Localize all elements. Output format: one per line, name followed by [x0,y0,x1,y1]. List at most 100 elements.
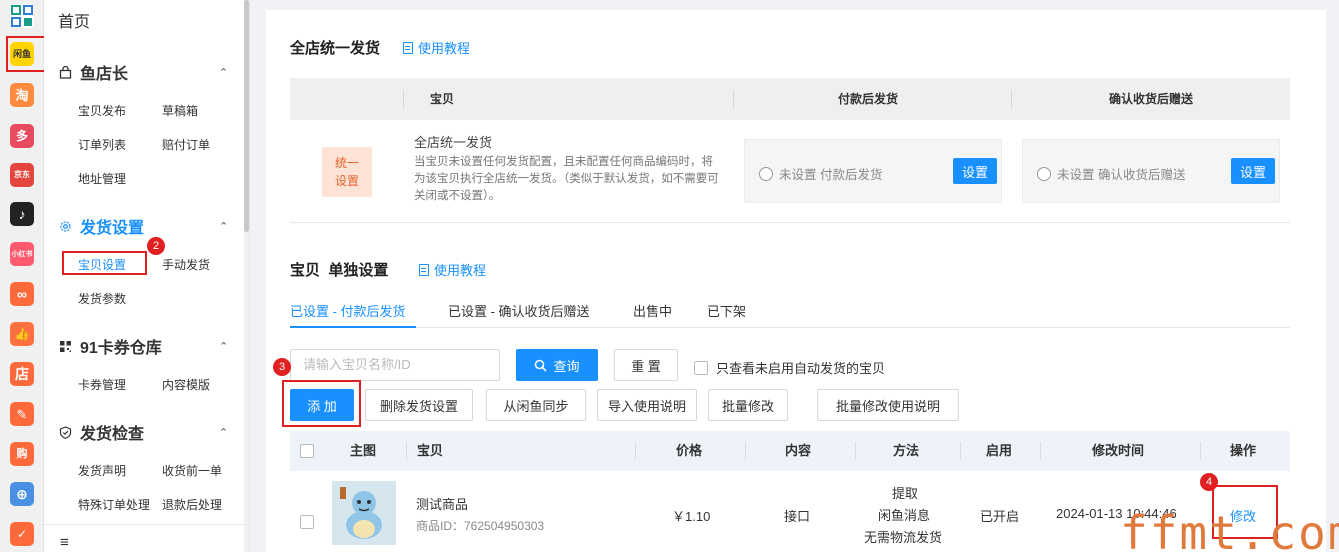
section-title: 发货检查 [80,426,145,443]
product-image[interactable] [332,481,396,545]
product-name[interactable]: 测试商品 [416,494,468,513]
menu-item-special-orders[interactable]: 特殊订单处理 [78,496,150,513]
step-badge-4: 4 [1200,473,1218,491]
menu-item-ship-params[interactable]: 发货参数 [78,290,126,307]
col-enabled: 启用 [986,443,1013,458]
single-tutorial-link[interactable]: 使用教程 [419,260,486,279]
chevron-up-icon[interactable]: ⌃ [219,426,228,439]
col-method: 方法 [893,443,920,458]
col-after-confirm: 确认收货后赠送 [1109,92,1194,106]
col-operation: 操作 [1230,443,1257,458]
after-confirm-radio[interactable]: 未设置 确认收货后赠送 [1037,164,1185,183]
product-content: 接口 [784,509,811,524]
reset-button[interactable]: 重 置 [614,349,678,381]
single-setting-title: 宝贝 单独设置 [290,262,389,279]
clipboard-icon[interactable]: ✓ [10,522,34,546]
batch-edit-button[interactable]: 批量修改 [708,389,788,421]
chevron-up-icon[interactable]: ⌃ [219,340,228,353]
sidebar-home[interactable]: 首页 [58,8,90,32]
document-icon [403,41,413,54]
menu-item-pre-receipt[interactable]: 收货前一单 [162,462,222,479]
kuaishou-icon[interactable]: ∞ [10,282,34,306]
after-confirm-setting: 未设置 确认收货后赠送 设置 [1022,139,1280,203]
product-id: 商品ID：762504950303 [416,519,545,533]
menu-item-ship-statement[interactable]: 发货声明 [78,462,126,479]
bag-icon[interactable]: 购 [10,442,34,466]
col-content: 内容 [785,443,812,458]
chevron-up-icon[interactable]: ⌃ [219,66,228,79]
enabled-status: 已开启 [980,509,1020,524]
tabs-divider [290,327,1290,328]
tab-after-confirm[interactable]: 已设置 - 确认收货后赠送 [448,301,590,320]
document-icon [419,263,429,276]
sync-from-xianyu-button[interactable]: 从闲鱼同步 [486,389,586,421]
highlight-xianyu [6,36,46,72]
col-after-pay: 付款后发货 [838,92,899,106]
query-button[interactable]: 查询 [516,349,598,381]
global-ship-title: 全店统一发货 [290,40,381,57]
tab-off-shelf[interactable]: 已下架 [707,301,746,320]
method-line-1: 提取 [892,486,919,501]
sidebar: 首页 鱼店长 ⌃ 宝贝发布 草稿箱 订单列表 赔付订单 地址管理 发货设置 ⌃ … [44,0,250,552]
menu-item-orders[interactable]: 订单列表 [78,136,126,153]
xiaohongshu-icon[interactable]: 小红书 [10,242,34,266]
pinduoduo-icon[interactable]: 多 [10,124,34,148]
highlight-baobei-settings [62,251,147,275]
global-table-header: 宝贝 付款后发货 确认收货后赠送 [290,78,1290,120]
qr-icon [58,339,72,353]
douyin-icon[interactable]: ♪ [10,202,34,226]
method-line-3: 无需物流发货 [864,530,943,545]
select-all-checkbox[interactable] [300,444,314,458]
only-unopened-checkbox[interactable]: 只查看未启用自动发货的宝贝 [694,358,885,377]
shield-icon [58,425,72,439]
menu-item-baobei-publish[interactable]: 宝贝发布 [78,102,126,119]
section-yudianzhang[interactable]: 鱼店长 [58,60,128,84]
global-tutorial-link[interactable]: 使用教程 [403,38,470,57]
chevron-up-icon[interactable]: ⌃ [219,220,228,233]
batch-edit-instructions-button[interactable]: 批量修改使用说明 [817,389,959,421]
section-title: 发货设置 [80,220,145,237]
tab-after-pay[interactable]: 已设置 - 付款后发货 [290,301,406,320]
col-modified-time: 修改时间 [1092,443,1145,458]
link-icon[interactable]: ⊕ [10,482,34,506]
jd-icon[interactable]: 京东 [10,163,34,187]
menu-item-drafts[interactable]: 草稿箱 [162,102,198,119]
after-confirm-set-button[interactable]: 设置 [1231,158,1275,184]
step-badge-2: 2 [147,237,165,255]
after-pay-set-button[interactable]: 设置 [953,158,997,184]
import-instructions-button[interactable]: 导入使用说明 [597,389,697,421]
row-checkbox[interactable] [300,515,314,529]
search-icon [535,359,548,372]
menu-item-manual-ship[interactable]: 手动发货 [162,256,210,273]
unify-settings-tag: 统一 设置 [322,147,372,197]
collapse-menu-icon[interactable]: ≡ [60,534,69,551]
thumb-icon[interactable]: 👍 [10,322,34,346]
after-pay-radio[interactable]: 未设置 付款后发货 [759,164,882,183]
section-ship-check[interactable]: 发货检查 [58,420,144,444]
delete-ship-setting-button[interactable]: 删除发货设置 [365,389,473,421]
section-shipping-settings[interactable]: 发货设置 [58,214,144,238]
step-badge-3: 3 [273,358,291,376]
section-91-card-warehouse[interactable]: 91卡券仓库 [58,334,162,358]
bag-outline-icon [58,65,72,79]
menu-item-address[interactable]: 地址管理 [78,170,126,187]
col-baobei: 宝贝 [417,443,444,458]
app-rail: 闲鱼 淘 多 京东 ♪ 小红书 ∞ 👍 店 ✎ 购 ⊕ ✓ [0,0,44,552]
shop-icon[interactable]: 店 [10,362,34,386]
watermark-text: ffmt.com [1120,506,1339,552]
edit-icon[interactable]: ✎ [10,402,34,426]
global-desc: 当宝贝未设置任何发货配置，且未配置任何商品编码时，将为该宝贝执行全店统一发货。（… [414,156,719,202]
taobao-icon[interactable]: 淘 [10,83,34,107]
tab-on-sale[interactable]: 出售中 [633,301,672,320]
sidebar-scrollbar[interactable] [244,0,249,552]
menu-item-refund-handling[interactable]: 退款后处理 [162,496,222,513]
grid-logo-icon[interactable] [10,4,34,28]
menu-item-content-template[interactable]: 内容模版 [162,376,210,393]
col-baobei: 宝贝 [430,92,455,106]
search-input[interactable]: 请输入宝贝名称/ID [290,349,500,381]
menu-item-compensation[interactable]: 赔付订单 [162,136,210,153]
divider [290,222,1290,223]
after-pay-setting: 未设置 付款后发货 设置 [744,139,1002,203]
highlight-add-button [282,380,361,427]
menu-item-card-manage[interactable]: 卡券管理 [78,376,126,393]
